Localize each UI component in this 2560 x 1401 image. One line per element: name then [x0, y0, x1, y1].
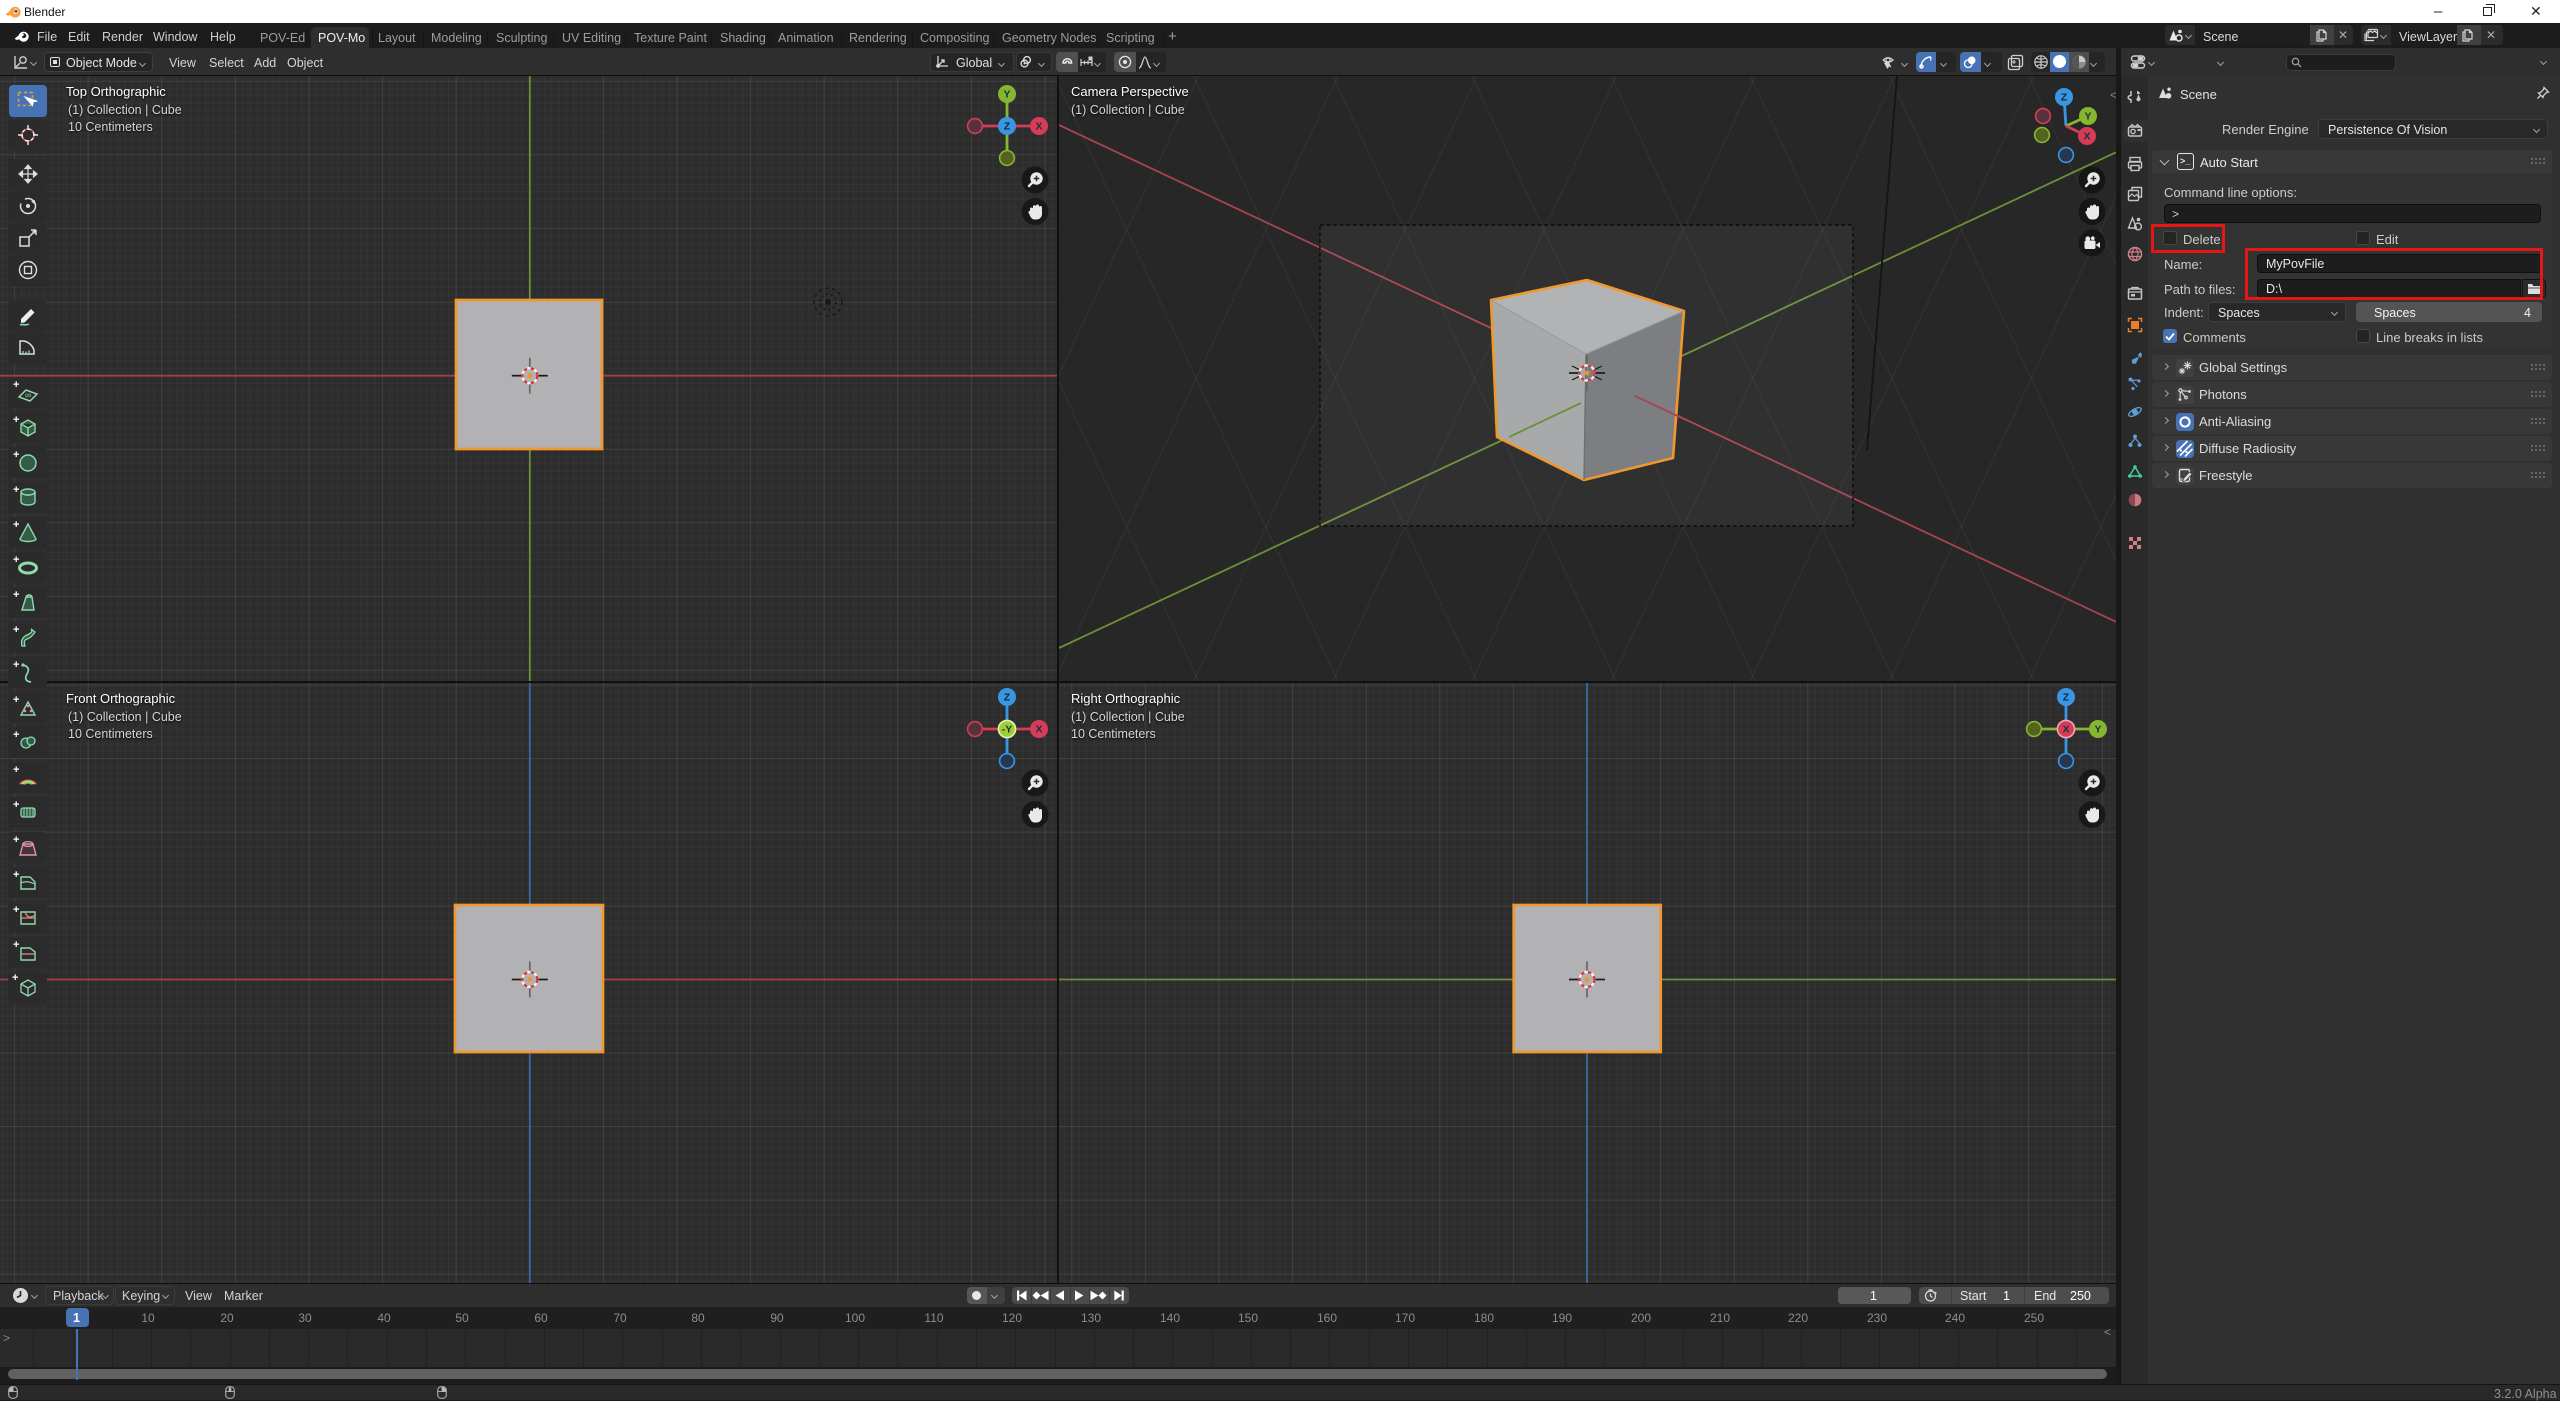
svg-text:Y: Y	[2084, 111, 2091, 123]
svg-text:X: X	[1035, 724, 1042, 736]
svg-text:X: X	[1035, 121, 1042, 133]
svg-text:Y: Y	[2094, 724, 2101, 736]
svg-text:-Y: -Y	[1002, 724, 1013, 736]
svg-text:Z: Z	[2063, 692, 2070, 704]
svg-text:Y: Y	[1003, 89, 1010, 101]
svg-text:Z: Z	[1004, 121, 1011, 133]
svg-text:Z: Z	[2061, 92, 2068, 104]
svg-text:X: X	[2083, 131, 2090, 143]
svg-text:Z: Z	[1004, 692, 1011, 704]
svg-text:X: X	[2062, 724, 2069, 736]
svg-text:∞: ∞	[25, 390, 31, 400]
